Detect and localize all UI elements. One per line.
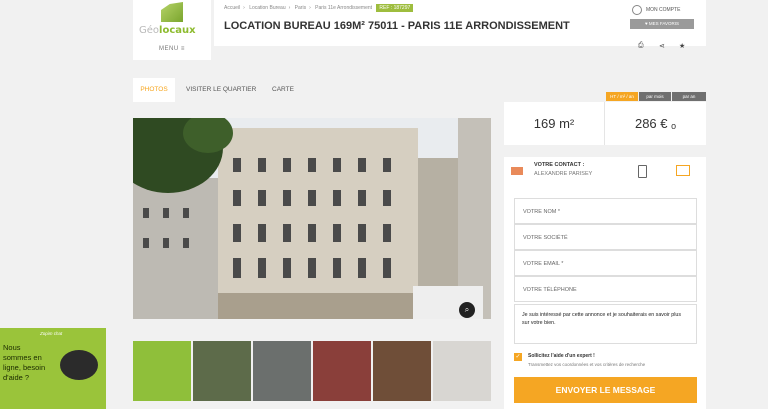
chat-header: Zopim chat — [40, 331, 63, 336]
tab-visiter-quartier[interactable]: VISITER LE QUARTIER — [186, 78, 256, 102]
thumbnail[interactable] — [133, 341, 191, 401]
tab-carte[interactable]: CARTE — [272, 78, 294, 102]
star-icon[interactable]: ★ — [679, 42, 685, 50]
chat-widget[interactable]: Zopim chat Nous sommes en ligne, besoin … — [0, 328, 106, 409]
thumbnail[interactable] — [373, 341, 431, 401]
breadcrumb-location-bureau[interactable]: Location Bureau — [249, 5, 285, 11]
tab-photos[interactable]: PHOTOS — [133, 78, 175, 102]
breadcrumb-paris[interactable]: Paris — [295, 5, 306, 11]
share-icon[interactable]: ⋖ — [659, 42, 665, 50]
consent-checkbox[interactable]: ✓ — [514, 353, 522, 361]
user-icon — [632, 5, 642, 15]
send-message-button[interactable]: ENVOYER LE MESSAGE — [514, 377, 697, 403]
thumbnail[interactable] — [253, 341, 311, 401]
print-icon[interactable]: ⎙ — [638, 42, 644, 50]
logo-building-icon — [161, 2, 183, 22]
price-unit-tab-m2[interactable]: HT / m² / an — [606, 92, 638, 101]
chat-text: Nous sommes en ligne, besoin d'aide ? — [3, 343, 46, 382]
media-tabs: PHOTOS VISITER LE QUARTIER CARTE — [133, 78, 491, 102]
thumbnail[interactable] — [433, 341, 491, 401]
header: Accueil › Location Bureau › Paris › Paris 1… — [214, 0, 706, 46]
contact-box: VOTRE CONTACT : ALEXANDRE PARISEY — [504, 157, 706, 187]
phone-field[interactable]: VOTRE TÉLÉPHONE — [514, 276, 697, 302]
price-unit-tab-year[interactable]: par an — [672, 92, 706, 101]
thumbnail-strip — [133, 341, 491, 401]
message-field[interactable]: Je suis intéressé par cette annonce et j… — [514, 304, 697, 344]
stats-box: 169 m² 286 € ₒ — [504, 102, 706, 145]
breadcrumb-home[interactable]: Accueil — [224, 5, 240, 11]
surface-value: 169 m² — [504, 102, 605, 145]
account-link[interactable]: MON COMPTE — [646, 7, 680, 13]
logo-box[interactable]: Géolocaux MENU ≡ — [133, 0, 211, 60]
contact-label: VOTRE CONTACT : — [534, 162, 585, 168]
consent-subtitle: Transmettez vos coordonnées et vos critè… — [528, 362, 646, 367]
consent-title: Sollicitez l'aide d'un expert ! — [528, 353, 595, 359]
contact-form: VOTRE NOM * VOTRE SOCIÉTÉ VOTRE EMAIL * … — [504, 187, 706, 409]
name-field[interactable]: VOTRE NOM * — [514, 198, 697, 224]
breadcrumb-paris-11[interactable]: Paris 11e Arrondissement — [315, 5, 372, 11]
thumbnail[interactable] — [193, 341, 251, 401]
main-photo[interactable] — [133, 118, 491, 319]
logo: Géolocaux — [139, 25, 196, 36]
phone-icon[interactable] — [638, 165, 647, 178]
agent-avatar — [511, 167, 523, 175]
contact-name: ALEXANDRE PARISEY — [534, 171, 593, 177]
mail-icon[interactable] — [676, 165, 690, 176]
favorites-button[interactable]: ♥ MES FAVORIS — [630, 19, 694, 29]
price-value: 286 € ₒ — [634, 116, 677, 131]
page-title: LOCATION BUREAU 169M² 75011 - PARIS 11E … — [224, 20, 570, 32]
company-field[interactable]: VOTRE SOCIÉTÉ — [514, 224, 697, 250]
email-field[interactable]: VOTRE EMAIL * — [514, 250, 697, 276]
menu-button[interactable]: MENU ≡ — [159, 46, 185, 52]
zoom-icon[interactable]: ⌕ — [459, 302, 475, 318]
chat-bubble-icon — [60, 350, 98, 380]
thumbnail[interactable] — [313, 341, 371, 401]
price-unit-tab-month[interactable]: par mois — [639, 92, 671, 101]
building-photo — [133, 118, 491, 319]
breadcrumb: Accueil › Location Bureau › Paris › Paris 1… — [224, 4, 416, 12]
ref-badge: REF : 187297 — [376, 4, 414, 12]
